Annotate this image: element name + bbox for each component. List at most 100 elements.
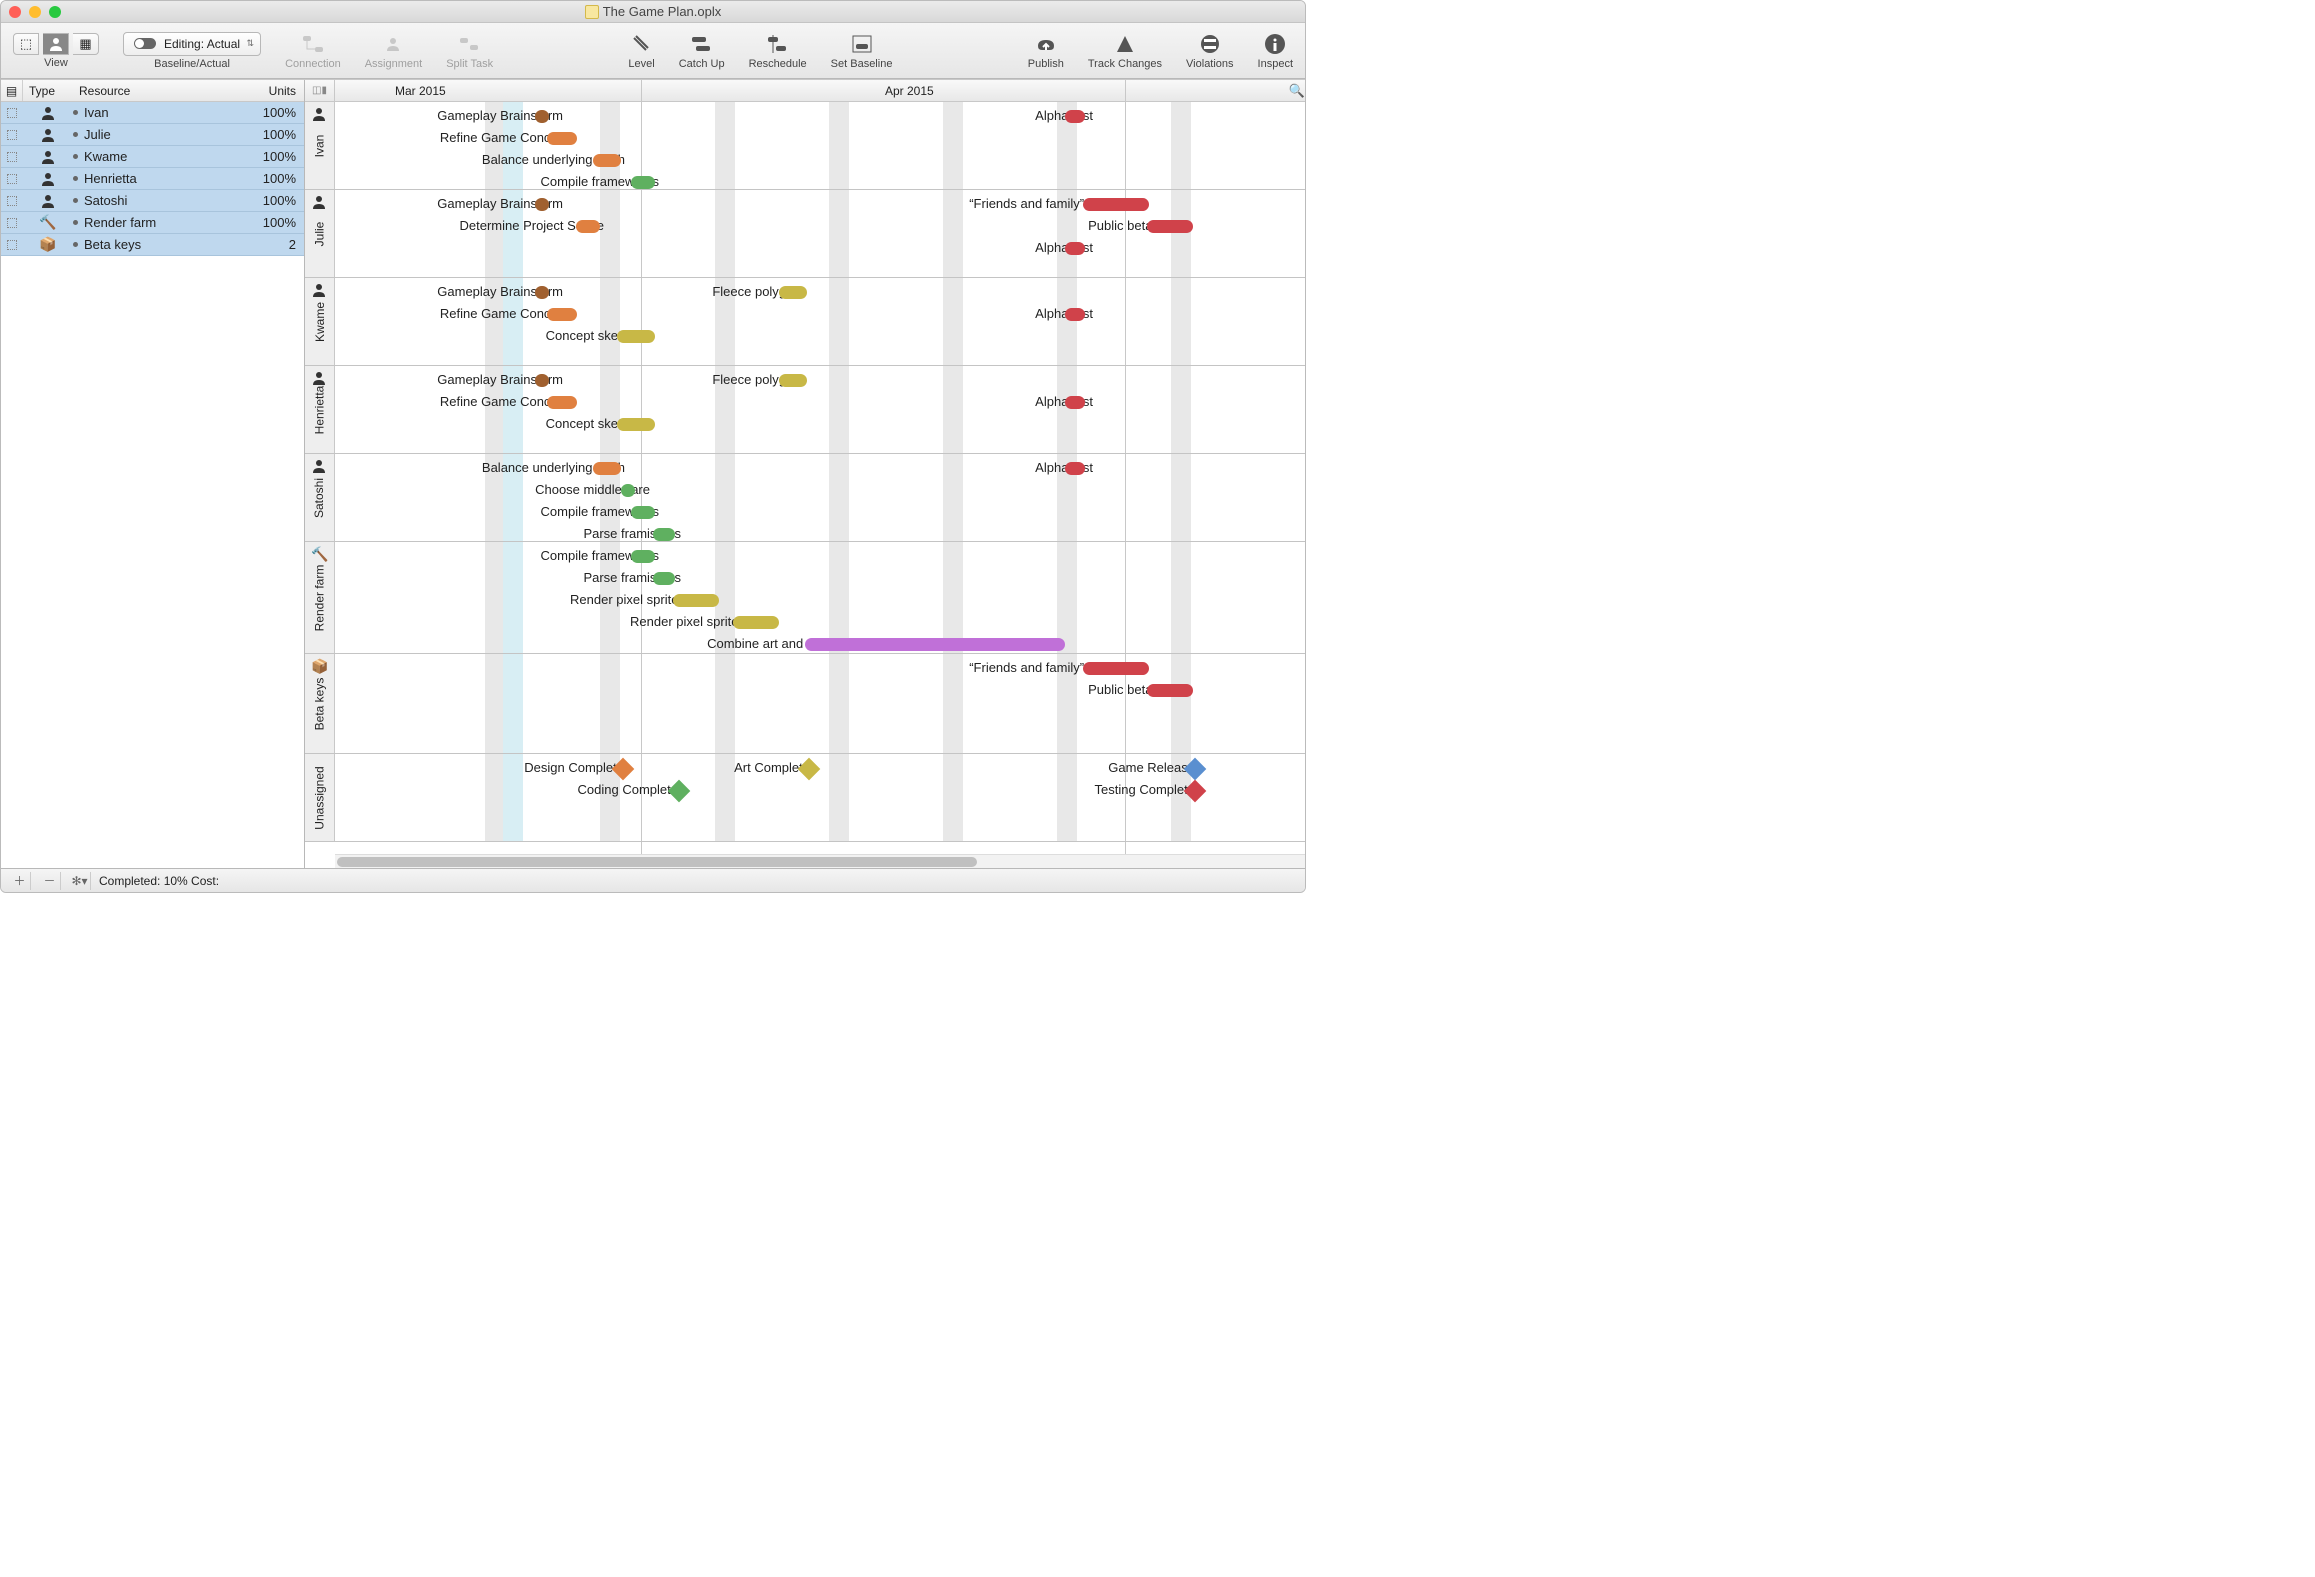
- track-changes-icon[interactable]: [1113, 32, 1137, 56]
- resource-units: 2: [248, 237, 304, 252]
- gantt-area[interactable]: ◫▮ Mar 2015Apr 2015 🔍 Ivan Gameplay Brai…: [305, 80, 1305, 868]
- drag-handle-icon[interactable]: [7, 174, 17, 184]
- gantt-row: Satoshi Balance underlying mathAlpha tes…: [305, 454, 1305, 542]
- resource-units: 100%: [248, 215, 304, 230]
- document-icon: [585, 5, 599, 19]
- type-icon: 🔨: [23, 214, 73, 231]
- resource-row[interactable]: 🔨 Render farm 100%: [1, 212, 304, 234]
- view-resource-button[interactable]: [43, 33, 69, 55]
- level-icon[interactable]: [630, 32, 654, 56]
- action-menu[interactable]: ✻▾: [69, 872, 91, 890]
- resource-row[interactable]: Kwame 100%: [1, 146, 304, 168]
- search-icon[interactable]: 🔍: [1289, 80, 1305, 101]
- catch-up-icon[interactable]: [690, 32, 714, 56]
- task-bar[interactable]: [1065, 242, 1085, 255]
- task-bar[interactable]: [733, 616, 779, 629]
- task-bar[interactable]: [1065, 110, 1085, 123]
- task-bar[interactable]: [617, 330, 655, 343]
- resource-row[interactable]: Ivan 100%: [1, 102, 304, 124]
- task-bar[interactable]: [653, 572, 675, 585]
- drag-handle-icon[interactable]: [7, 240, 17, 250]
- resource-units: 100%: [248, 105, 304, 120]
- task-bar[interactable]: [779, 374, 807, 387]
- task-bar[interactable]: [653, 528, 675, 541]
- task-bar[interactable]: [593, 462, 621, 475]
- task-bar[interactable]: [547, 396, 577, 409]
- task-bar[interactable]: [1083, 198, 1149, 211]
- month-label: Mar 2015: [395, 80, 446, 101]
- task-bar[interactable]: [631, 176, 655, 189]
- gantt-stats-icon[interactable]: ◫▮: [305, 80, 335, 101]
- inspect-icon[interactable]: [1263, 32, 1287, 56]
- task-bar[interactable]: [547, 308, 577, 321]
- zoom-icon[interactable]: [49, 6, 61, 18]
- titlebar[interactable]: The Game Plan.oplx: [1, 1, 1305, 23]
- gantt-row: Julie Gameplay Brainstorm“Friends and fa…: [305, 190, 1305, 278]
- view-label: View: [44, 57, 68, 69]
- type-icon: [23, 149, 73, 165]
- task-bar[interactable]: [535, 198, 549, 211]
- bullet-icon: [73, 176, 78, 181]
- gantt-row: 🔨 Render farm Compile frameworksParse fr…: [305, 542, 1305, 654]
- task-bar[interactable]: [1147, 220, 1193, 233]
- violations-icon[interactable]: [1198, 32, 1222, 56]
- task-bar[interactable]: [535, 374, 549, 387]
- minimize-icon[interactable]: [29, 6, 41, 18]
- split-task-icon[interactable]: [458, 32, 482, 56]
- h-scrollbar[interactable]: [335, 854, 1305, 868]
- drag-handle-icon[interactable]: [7, 130, 17, 140]
- task-bar[interactable]: [593, 154, 621, 167]
- gantt-row: Ivan Gameplay BrainstormAlpha testRefine…: [305, 102, 1305, 190]
- col-resource[interactable]: Resource: [73, 84, 248, 98]
- gantt-row: Henrietta Gameplay BrainstormFleece poly…: [305, 366, 1305, 454]
- set-baseline-icon[interactable]: [850, 32, 874, 56]
- task-bar[interactable]: [621, 484, 635, 497]
- remove-button[interactable]: －: [39, 872, 61, 890]
- task-bar[interactable]: [805, 638, 1065, 651]
- resource-units: 100%: [248, 171, 304, 186]
- type-icon: [23, 105, 73, 121]
- reschedule-icon[interactable]: [766, 32, 790, 56]
- drag-handle-icon[interactable]: [7, 108, 17, 118]
- task-bar[interactable]: [1065, 462, 1085, 475]
- resource-name: Kwame: [84, 149, 127, 164]
- task-bar[interactable]: [1065, 308, 1085, 321]
- task-bar[interactable]: [779, 286, 807, 299]
- drag-handle-icon[interactable]: [7, 218, 17, 228]
- milestone-label: Game Release: [1108, 760, 1195, 775]
- task-bar[interactable]: [535, 110, 549, 123]
- task-bar[interactable]: [673, 594, 719, 607]
- close-icon[interactable]: [9, 6, 21, 18]
- resource-row[interactable]: Henrietta 100%: [1, 168, 304, 190]
- resource-sidebar: ▤ Type Resource Units Ivan 100% Julie 10…: [1, 80, 305, 868]
- add-button[interactable]: ＋: [9, 872, 31, 890]
- assignment-icon[interactable]: [381, 32, 405, 56]
- resource-units: 100%: [248, 127, 304, 142]
- view-calendar-button[interactable]: ▦: [73, 33, 99, 55]
- col-units[interactable]: Units: [248, 84, 304, 98]
- bullet-icon: [73, 132, 78, 137]
- col-type[interactable]: Type: [23, 84, 73, 98]
- task-bar[interactable]: [576, 220, 600, 233]
- resource-row[interactable]: Julie 100%: [1, 124, 304, 146]
- task-bar[interactable]: [1147, 684, 1193, 697]
- drag-handle-icon[interactable]: [7, 196, 17, 206]
- task-bar[interactable]: [631, 550, 655, 563]
- task-bar[interactable]: [631, 506, 655, 519]
- connection-icon[interactable]: [301, 32, 325, 56]
- baseline-dropdown[interactable]: Editing: Actual ⇅: [123, 32, 261, 56]
- row-handle-header[interactable]: ▤: [1, 80, 23, 101]
- milestone-label: Design Complete: [524, 760, 624, 775]
- type-icon: [23, 193, 73, 209]
- task-bar[interactable]: [617, 418, 655, 431]
- task-bar[interactable]: [535, 286, 549, 299]
- task-bar[interactable]: [1083, 662, 1149, 675]
- publish-icon[interactable]: [1034, 32, 1058, 56]
- view-gantt-button[interactable]: ⬚: [13, 33, 39, 55]
- resource-row[interactable]: Satoshi 100%: [1, 190, 304, 212]
- resource-row[interactable]: 📦 Beta keys 2: [1, 234, 304, 256]
- task-bar[interactable]: [1065, 396, 1085, 409]
- drag-handle-icon[interactable]: [7, 152, 17, 162]
- type-icon: [23, 127, 73, 143]
- task-bar[interactable]: [547, 132, 577, 145]
